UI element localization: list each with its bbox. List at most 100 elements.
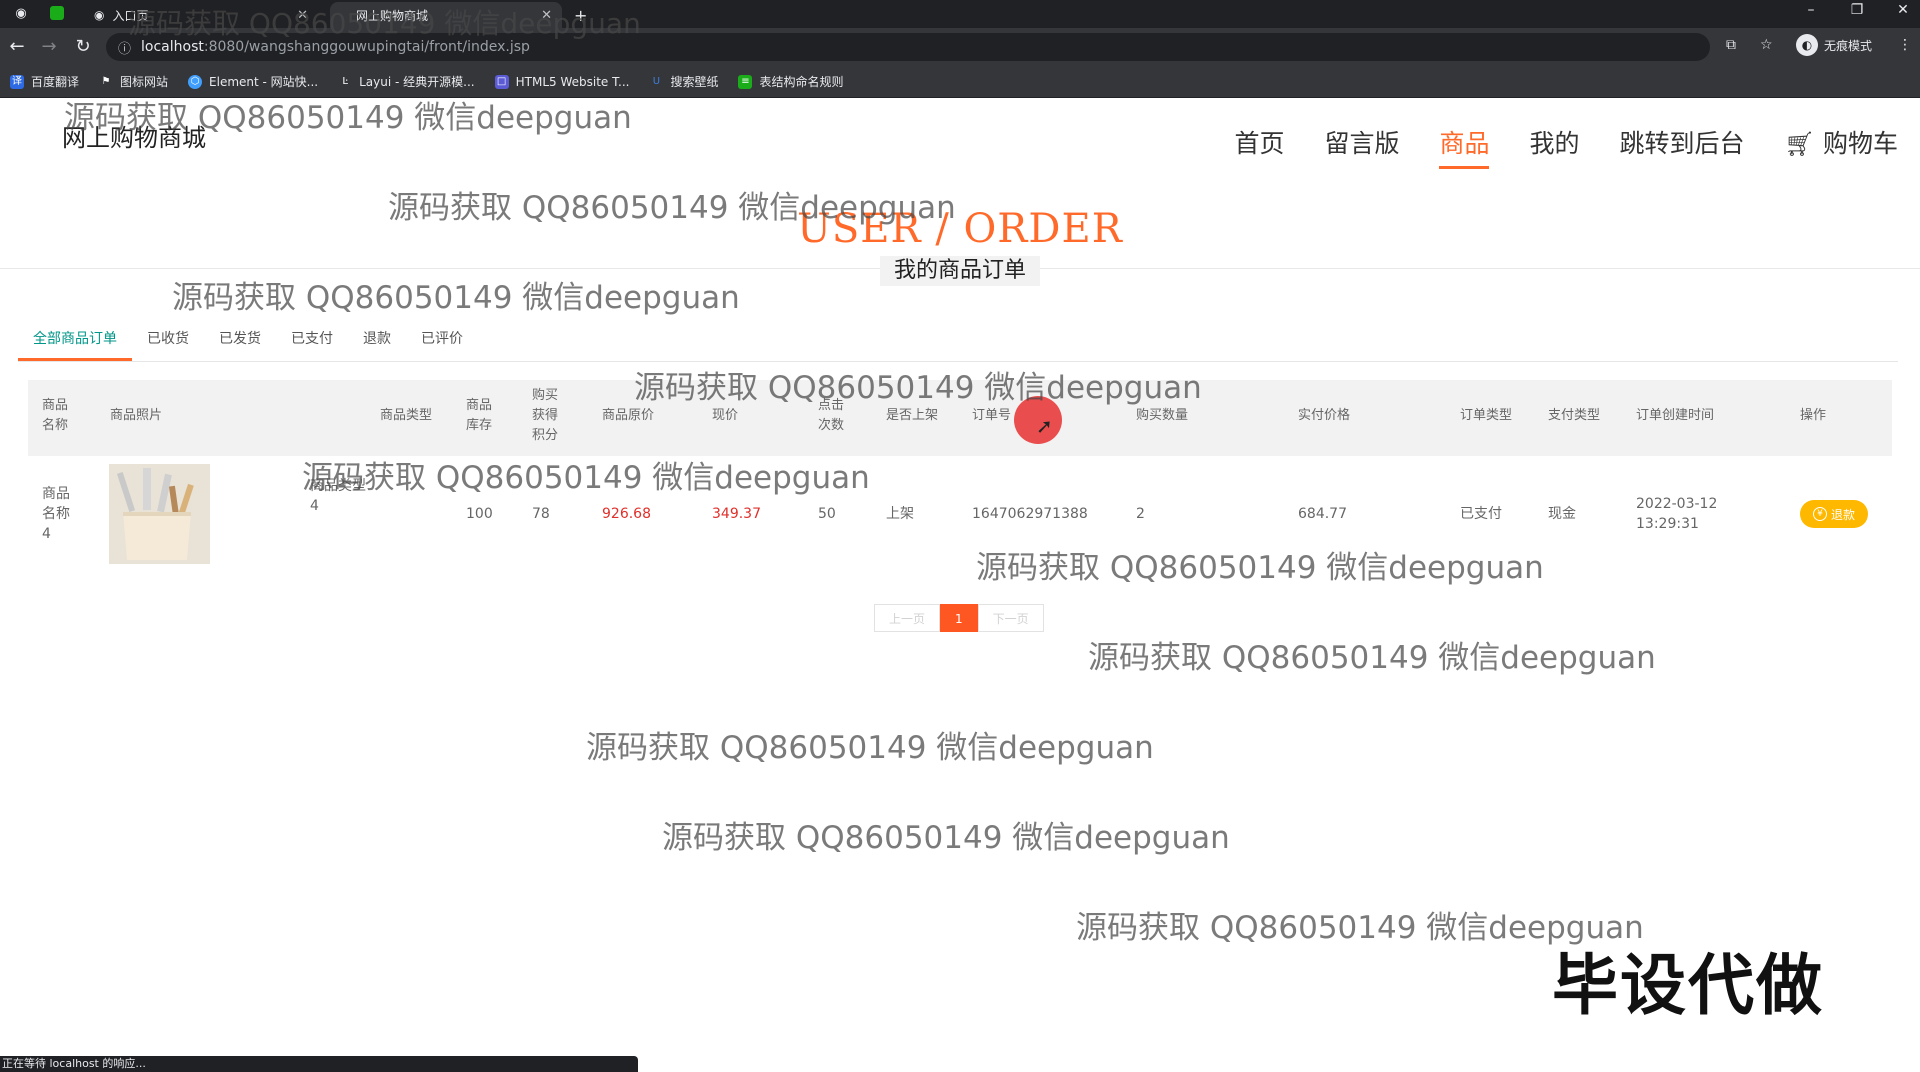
- watermark: 源码获取 QQ86050149 微信deepguan: [388, 190, 956, 226]
- cell-clicks: 50: [818, 506, 836, 522]
- nav-cart[interactable]: 🛒︎ 购物车: [1785, 124, 1898, 169]
- incognito-indicator[interactable]: ◐ 无痕模式: [1796, 34, 1872, 56]
- col-stock: 商品库存: [466, 398, 493, 433]
- cart-icon: 🛒︎: [1784, 130, 1815, 158]
- tab-paid[interactable]: 已支付: [276, 324, 348, 361]
- incognito-label: 无痕模式: [1824, 38, 1873, 53]
- bookmark-item[interactable]: ≡ 表结构命名规则: [738, 73, 843, 90]
- next-page-button[interactable]: 下一页: [977, 604, 1044, 632]
- col-type: 商品类型: [380, 408, 433, 423]
- cell-order-no: 1647062971388: [972, 506, 1088, 522]
- layui-logo-icon: Ŀ: [342, 75, 348, 87]
- nav-mine[interactable]: 我的: [1529, 124, 1579, 169]
- col-created: 订单创建时间: [1636, 408, 1715, 423]
- doc-icon: ≡: [738, 74, 753, 89]
- refund-button[interactable]: ¥ 退款: [1800, 500, 1868, 528]
- tab-favicon-icon: ◉: [94, 8, 105, 22]
- tab-refund[interactable]: 退款: [348, 324, 406, 361]
- cell-name: 商品名称4: [42, 486, 70, 542]
- cell-qty: 2: [1136, 506, 1145, 522]
- watermark: 源码获取 QQ86050149 微信deepguan: [128, 7, 641, 40]
- cell-created-time: 13:29:31: [1636, 516, 1699, 532]
- bookmark-item[interactable]: Ŀ Layui - 经典开源模...: [338, 73, 474, 90]
- watermark: 源码获取 QQ86050149 微信deepguan: [634, 370, 1202, 406]
- col-price: 现价: [712, 408, 739, 423]
- back-icon[interactable]: ←: [6, 36, 28, 57]
- bookmark-label: HTML5 Website T...: [515, 74, 630, 89]
- watermark: 源码获取 QQ86050149 微信deepguan: [302, 460, 870, 496]
- reload-icon[interactable]: ↻: [72, 36, 94, 57]
- forward-icon[interactable]: →: [38, 36, 60, 57]
- tab-received[interactable]: 已收货: [132, 324, 204, 361]
- bookmark-item[interactable]: U 搜索壁纸: [649, 73, 719, 90]
- col-name: 商品名称: [42, 398, 69, 433]
- translate-icon[interactable]: ⧉: [1726, 37, 1736, 53]
- html5-template-icon: □: [494, 74, 509, 89]
- page-1-button[interactable]: 1: [940, 604, 978, 632]
- cell-pay-type: 现金: [1548, 506, 1576, 522]
- col-paid: 实付价格: [1298, 408, 1351, 423]
- minimize-icon[interactable]: –: [1796, 2, 1826, 18]
- mouse-pointer-icon: ➚: [1036, 414, 1053, 438]
- bookmark-label: 图标网站: [120, 75, 169, 89]
- watermark: 源码获取 QQ86050149 微信deepguan: [586, 730, 1154, 766]
- cell-paid: 684.77: [1298, 506, 1347, 522]
- bookmark-label: Layui - 经典开源模...: [359, 75, 475, 89]
- nav-admin[interactable]: 跳转到后台: [1620, 124, 1745, 169]
- watermark: 源码获取 QQ86050149 微信deepguan: [64, 100, 632, 136]
- watermark: 源码获取 QQ86050149 微信deepguan: [172, 280, 740, 316]
- main-nav: 首页 留言版 商品 我的 跳转到后台 🛒︎ 购物车: [1234, 124, 1898, 169]
- col-on-shelf: 是否上架: [886, 408, 939, 423]
- col-points: 购买获得积分: [532, 388, 559, 443]
- order-status-tabs: 全部商品订单 已收货 已发货 已支付 退款 已评价: [18, 324, 1898, 362]
- browser-menu-icon[interactable]: ◉: [12, 4, 30, 22]
- cell-orig-price: 926.68: [602, 506, 651, 522]
- watermark: 源码获取 QQ86050149 微信deepguan: [662, 820, 1230, 856]
- wallpaper-icon: U: [652, 75, 661, 87]
- product-photo[interactable]: [109, 464, 210, 564]
- nav-products[interactable]: 商品: [1439, 124, 1490, 169]
- element-logo-icon: ⬡: [188, 74, 203, 89]
- col-order-type: 订单类型: [1460, 408, 1513, 423]
- close-window-icon[interactable]: ✕: [1888, 2, 1918, 18]
- bookmark-star-icon[interactable]: ☆: [1760, 37, 1773, 53]
- cell-order-type: 已支付: [1460, 506, 1502, 522]
- bookmark-item[interactable]: ⬡ Element - 网站快...: [188, 73, 318, 90]
- watermark: 源码获取 QQ86050149 微信deepguan: [976, 550, 1544, 586]
- yen-icon: ¥: [1812, 507, 1827, 521]
- col-action: 操作: [1800, 408, 1827, 423]
- cell-on-shelf: 上架: [886, 506, 914, 522]
- col-pay-type: 支付类型: [1548, 408, 1601, 423]
- tab-shipped[interactable]: 已发货: [204, 324, 276, 361]
- tab-all-orders[interactable]: 全部商品订单: [18, 324, 132, 361]
- flag-icon: ⚑: [101, 75, 111, 87]
- refund-label: 退款: [1830, 507, 1855, 522]
- restore-icon[interactable]: ❐: [1842, 2, 1872, 18]
- cell-stock: 100: [466, 506, 493, 522]
- browser-status-bar: 正在等待 localhost 的响应...: [0, 1056, 638, 1072]
- col-qty: 购买数量: [1136, 408, 1189, 423]
- knife-block-image: [109, 464, 210, 564]
- cell-created-date: 2022-03-12: [1636, 496, 1718, 512]
- bookmark-label: 搜索壁纸: [670, 75, 719, 89]
- tab-reviewed[interactable]: 已评价: [406, 324, 478, 361]
- pagination: 上一页 1 下一页: [874, 604, 1044, 632]
- cell-price: 349.37: [712, 506, 761, 522]
- section-subheading: 我的商品订单: [880, 256, 1040, 286]
- bookmark-item[interactable]: □ HTML5 Website T...: [494, 74, 630, 89]
- bookmark-item[interactable]: ⚑ 图标网站: [99, 73, 169, 90]
- app-icon[interactable]: [50, 6, 64, 20]
- bookmark-label: 百度翻译: [31, 75, 80, 89]
- incognito-icon: ◐: [1796, 34, 1818, 56]
- section-heading: USER / ORDER: [797, 206, 1123, 252]
- col-orig-price: 商品原价: [602, 408, 655, 423]
- bookmark-item[interactable]: 译百度翻译: [10, 73, 79, 90]
- bookmark-label: 表结构命名规则: [759, 75, 844, 89]
- cell-points: 78: [532, 506, 550, 522]
- nav-home[interactable]: 首页: [1234, 124, 1284, 169]
- prev-page-button[interactable]: 上一页: [874, 604, 941, 632]
- bookmark-label: Element - 网站快...: [209, 75, 319, 89]
- kebab-menu-icon[interactable]: ⋮: [1898, 37, 1912, 53]
- nav-messages[interactable]: 留言版: [1324, 124, 1399, 169]
- nav-cart-label: 购物车: [1822, 129, 1898, 158]
